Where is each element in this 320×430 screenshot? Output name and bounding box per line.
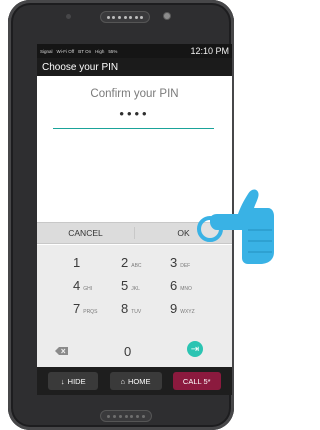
status-time: 12:10 PM — [190, 46, 229, 56]
pin-content: Confirm your PIN •••• — [37, 76, 232, 196]
pin-input-underline — [53, 128, 214, 129]
key-6[interactable]: 6 MNO — [170, 278, 192, 293]
key-0[interactable]: 0 — [124, 344, 131, 359]
key-3[interactable]: 3 DEF — [170, 255, 190, 270]
key-7[interactable]: 7 PRQS — [73, 301, 97, 316]
phone-body: Signal Wi-Fi Off BT On High 55% 12:10 PM… — [8, 0, 234, 430]
front-camera — [163, 12, 171, 20]
go-arrow-icon[interactable]: ⇥ — [187, 341, 203, 357]
signal-indicator: Signal — [40, 48, 53, 54]
key-1[interactable]: 1 — [73, 255, 83, 270]
key-4[interactable]: 4 GHI — [73, 278, 92, 293]
key-5[interactable]: 5 JKL — [121, 278, 140, 293]
call-button[interactable]: CALL 5* — [172, 372, 221, 390]
bluetooth-indicator: BT On — [78, 48, 92, 54]
earpiece-speaker — [100, 11, 150, 23]
key-8[interactable]: 8 TUV — [121, 301, 141, 316]
hide-keyboard-button[interactable]: ↓ HIDE — [48, 372, 99, 390]
home-button[interactable]: ⌂ HOME — [109, 372, 162, 390]
pin-prompt: Confirm your PIN — [90, 88, 179, 100]
wifi-indicator: Wi-Fi Off — [56, 48, 75, 54]
home-icon: ⌂ — [120, 376, 126, 386]
pin-input[interactable]: •••• — [37, 106, 232, 121]
app-bar-title: Choose your PIN — [42, 61, 119, 73]
bottom-speaker-grille — [100, 410, 152, 422]
screenshot-stage: Signal Wi-Fi Off BT On High 55% 12:10 PM… — [0, 0, 274, 430]
cancel-button[interactable]: CANCEL — [37, 223, 134, 243]
backspace-icon[interactable] — [55, 347, 68, 355]
navigation-bar: ↓ HIDE ⌂ HOME CALL 5* — [37, 367, 232, 395]
numeric-keypad: 1 2 ABC 3 DEF 4 GHI 5 JKL 6 MNO 7 PRQS 8… — [37, 245, 232, 367]
status-bar: Signal Wi-Fi Off BT On High 55% 12:10 PM — [37, 44, 232, 58]
volume-indicator: High — [95, 48, 105, 54]
app-bar: Choose your PIN — [37, 58, 232, 76]
pointing-hand-icon — [210, 189, 274, 264]
sensor-dot — [66, 14, 71, 19]
battery-indicator: 55% — [108, 48, 118, 54]
key-2[interactable]: 2 ABC — [121, 255, 142, 270]
arrow-down-icon: ↓ — [60, 376, 65, 386]
key-9[interactable]: 9 WXYZ — [170, 301, 195, 316]
